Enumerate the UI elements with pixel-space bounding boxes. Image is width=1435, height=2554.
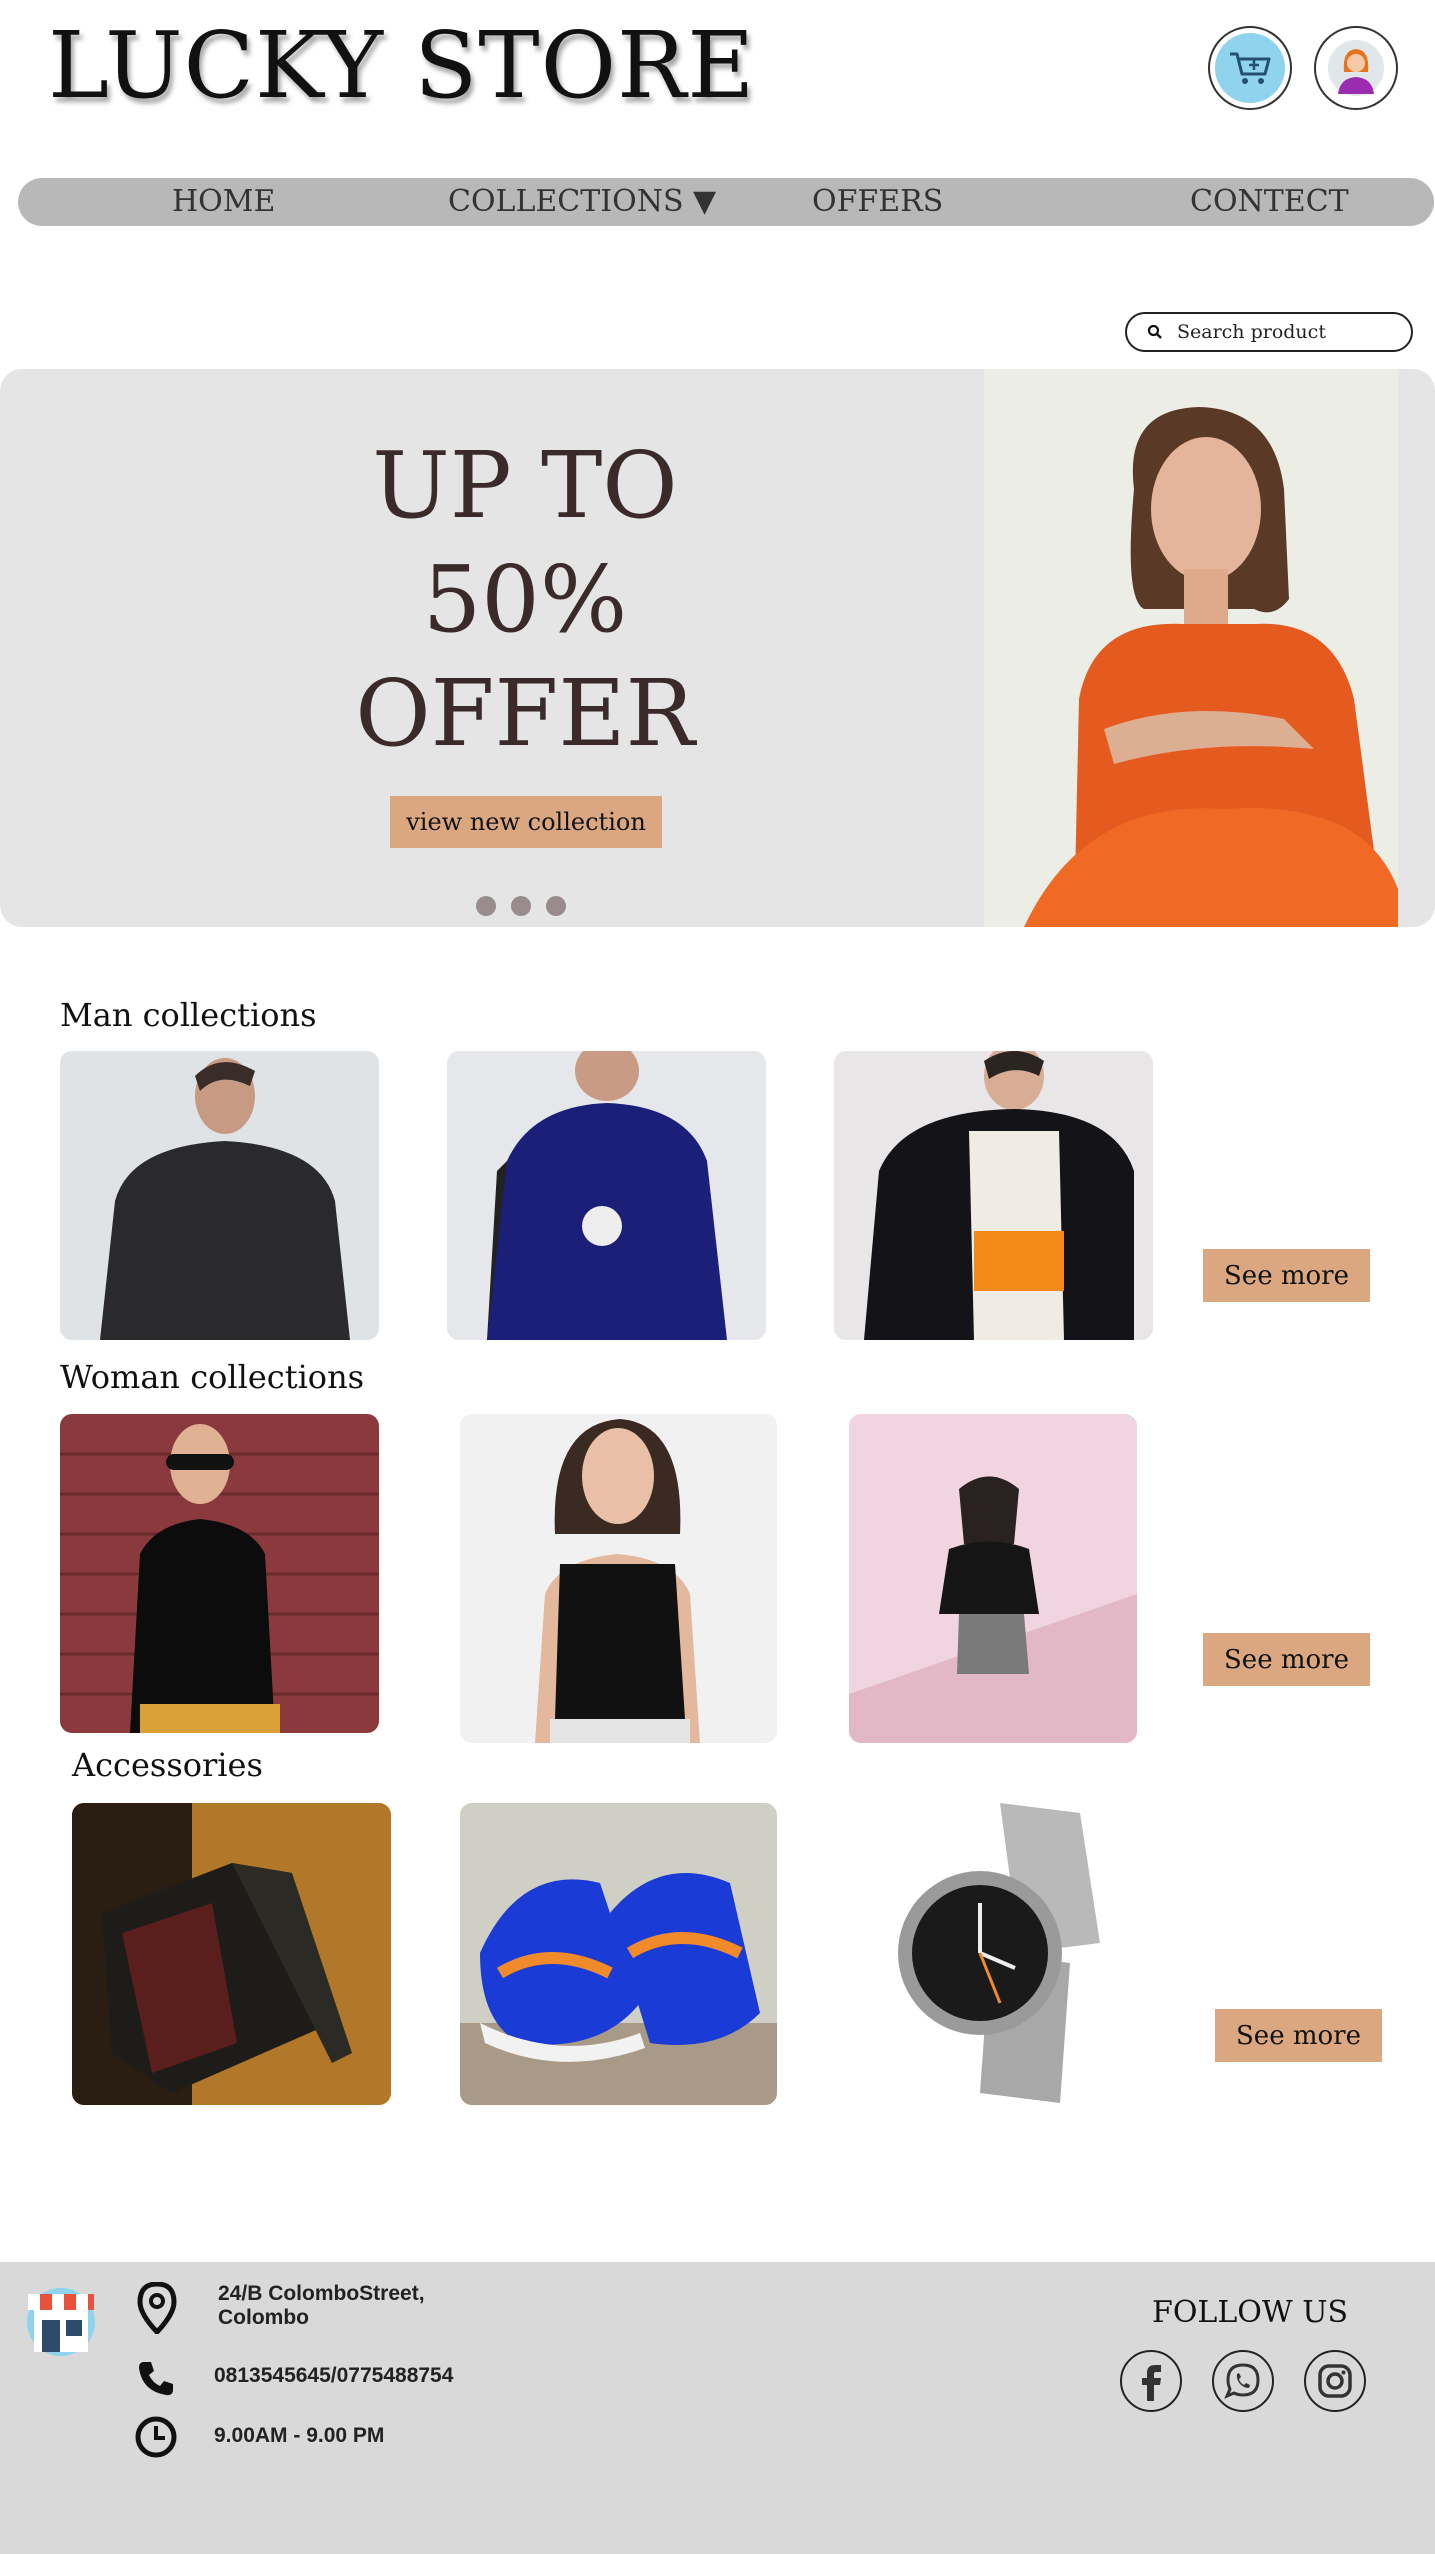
section-title-accessories: Accessories bbox=[72, 1746, 263, 1784]
carousel-dot-3[interactable] bbox=[546, 896, 566, 916]
product-card-women-1[interactable] bbox=[60, 1414, 379, 1733]
location-pin-icon bbox=[136, 2281, 178, 2338]
carousel-dot-2[interactable] bbox=[511, 896, 531, 916]
footer-hours: 9.00AM - 9.00 PM bbox=[214, 2424, 385, 2447]
user-avatar-icon bbox=[1328, 40, 1384, 96]
nav-contact[interactable]: CONTECT bbox=[1190, 180, 1349, 224]
see-more-women-button[interactable]: See more bbox=[1203, 1633, 1370, 1686]
cart-icon bbox=[1215, 33, 1285, 103]
instagram-icon[interactable] bbox=[1304, 2350, 1366, 2412]
hero-headline: UP TO 50% OFFER bbox=[330, 429, 720, 771]
phone-icon bbox=[136, 2358, 176, 2402]
footer-phone[interactable]: 0813545645/0775488754 bbox=[214, 2364, 453, 2388]
hero-line-2: 50% bbox=[422, 546, 628, 653]
whatsapp-icon[interactable] bbox=[1212, 2350, 1274, 2412]
clock-icon bbox=[134, 2415, 178, 2463]
see-more-men-button[interactable]: See more bbox=[1203, 1249, 1370, 1302]
product-card-accessory-bag[interactable] bbox=[72, 1803, 391, 2105]
view-collection-button[interactable]: view new collection bbox=[390, 796, 662, 848]
search-icon bbox=[1147, 324, 1162, 339]
product-card-accessory-shoes[interactable] bbox=[460, 1803, 777, 2105]
facebook-icon[interactable] bbox=[1120, 2350, 1182, 2412]
product-card-men-2[interactable] bbox=[447, 1051, 766, 1340]
section-title-men: Man collections bbox=[60, 996, 317, 1034]
nav-home[interactable]: HOME bbox=[172, 180, 275, 224]
search-box[interactable]: Search product bbox=[1125, 312, 1413, 352]
product-card-women-3[interactable] bbox=[849, 1414, 1137, 1743]
hero-model-image bbox=[984, 369, 1398, 927]
product-card-accessory-watch[interactable] bbox=[870, 1803, 1128, 2105]
footer-address-line1: 24/B ColomboStreet, bbox=[218, 2282, 425, 2305]
hero-line-1: UP TO bbox=[372, 432, 678, 539]
product-card-men-1[interactable] bbox=[60, 1051, 379, 1340]
nav-collections-dropdown[interactable]: COLLECTIONS ▼ bbox=[448, 180, 716, 224]
section-title-women: Woman collections bbox=[60, 1358, 365, 1396]
store-logo[interactable]: LUCKY STORE bbox=[48, 12, 755, 119]
user-button[interactable] bbox=[1314, 26, 1398, 110]
see-more-accessories-button[interactable]: See more bbox=[1215, 2009, 1382, 2062]
product-card-women-2[interactable] bbox=[460, 1414, 777, 1743]
search-input[interactable]: Search product bbox=[1177, 321, 1326, 343]
carousel-dot-1[interactable] bbox=[476, 896, 496, 916]
hero-line-3: OFFER bbox=[355, 660, 695, 767]
nav-offers[interactable]: OFFERS bbox=[812, 180, 943, 224]
footer-address-line2: Colombo bbox=[218, 2306, 309, 2329]
store-icon bbox=[20, 2280, 102, 2362]
follow-us-heading: FOLLOW US bbox=[1152, 2295, 1349, 2330]
hero-banner: UP TO 50% OFFER view new collection bbox=[0, 369, 1435, 927]
cart-button[interactable] bbox=[1208, 26, 1292, 110]
product-card-men-3[interactable] bbox=[834, 1051, 1153, 1340]
